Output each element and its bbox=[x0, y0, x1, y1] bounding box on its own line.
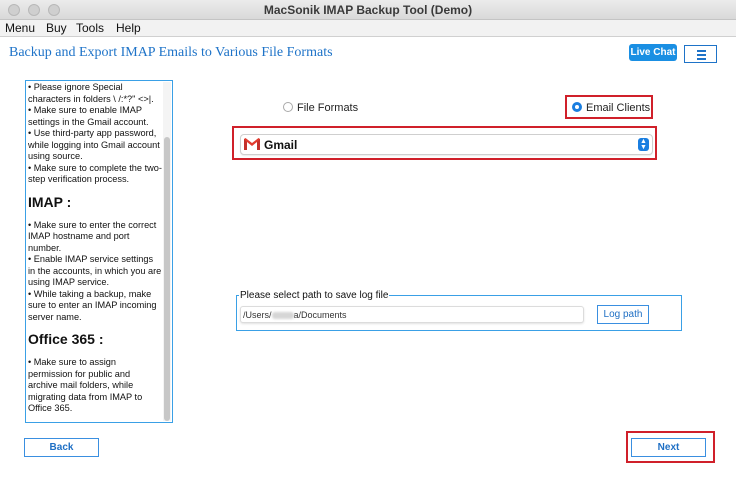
redacted-username bbox=[271, 312, 294, 319]
file-formats-radio[interactable] bbox=[283, 102, 293, 112]
menu-item-menu[interactable]: Menu bbox=[5, 21, 35, 35]
title-bar: MacSonik IMAP Backup Tool (Demo) bbox=[0, 0, 736, 20]
log-path-input[interactable]: /Users/a/Documents bbox=[240, 306, 584, 323]
gmail-tip: • Please ignore Special characters in fo… bbox=[28, 82, 154, 104]
page-title: Backup and Export IMAP Emails to Various… bbox=[9, 45, 333, 60]
selected-email-client: Gmail bbox=[264, 138, 298, 152]
gmail-tip: • Use third-party app password, while lo… bbox=[28, 128, 160, 161]
office365-tip: • Make sure to assign permission for pub… bbox=[28, 357, 143, 413]
menu-item-tools[interactable]: Tools bbox=[76, 21, 104, 35]
menu-item-help[interactable]: Help bbox=[116, 21, 141, 35]
menu-item-buy[interactable]: Buy bbox=[46, 21, 67, 35]
instructions-panel[interactable]: • Please ignore Special characters in fo… bbox=[25, 80, 173, 423]
window-title: MacSonik IMAP Backup Tool (Demo) bbox=[263, 3, 473, 17]
chevron-up-down-icon: ▲ ▼ bbox=[638, 138, 649, 151]
instructions-content: • Please ignore Special characters in fo… bbox=[28, 82, 162, 415]
scrollbar-thumb[interactable] bbox=[164, 137, 170, 421]
live-chat-button[interactable]: Live Chat bbox=[629, 44, 677, 61]
file-formats-option[interactable]: File Formats bbox=[283, 102, 358, 114]
log-path-button[interactable]: Log path bbox=[597, 305, 649, 324]
gmail-tip: • Make sure to complete the two-step ver… bbox=[28, 162, 162, 185]
file-formats-label: File Formats bbox=[297, 102, 359, 114]
hamburger-menu-button[interactable] bbox=[684, 45, 717, 63]
hamburger-icon bbox=[697, 50, 706, 52]
email-clients-radio[interactable] bbox=[572, 102, 582, 112]
imap-tip: • Enable IMAP service settings in the ac… bbox=[28, 254, 162, 287]
gmail-icon bbox=[244, 138, 260, 150]
next-button[interactable]: Next bbox=[631, 438, 706, 457]
email-clients-label: Email Clients bbox=[586, 102, 651, 114]
log-path-title: Please select path to save log file bbox=[239, 290, 390, 301]
imap-heading: IMAP : bbox=[28, 193, 72, 210]
gmail-tip: • Make sure to enable IMAP settings in t… bbox=[28, 105, 149, 127]
menu-bar: Menu Buy Tools Help bbox=[0, 20, 736, 37]
imap-tip: • Make sure to enter the correct IMAP ho… bbox=[28, 219, 157, 253]
office365-heading: Office 365 : bbox=[28, 331, 104, 347]
email-clients-option[interactable]: Email Clients bbox=[572, 102, 650, 114]
imap-tip: • While taking a backup, make sure to en… bbox=[28, 288, 157, 322]
email-client-select[interactable]: Gmail ▲ ▼ bbox=[240, 134, 653, 155]
back-button[interactable]: Back bbox=[24, 438, 99, 457]
